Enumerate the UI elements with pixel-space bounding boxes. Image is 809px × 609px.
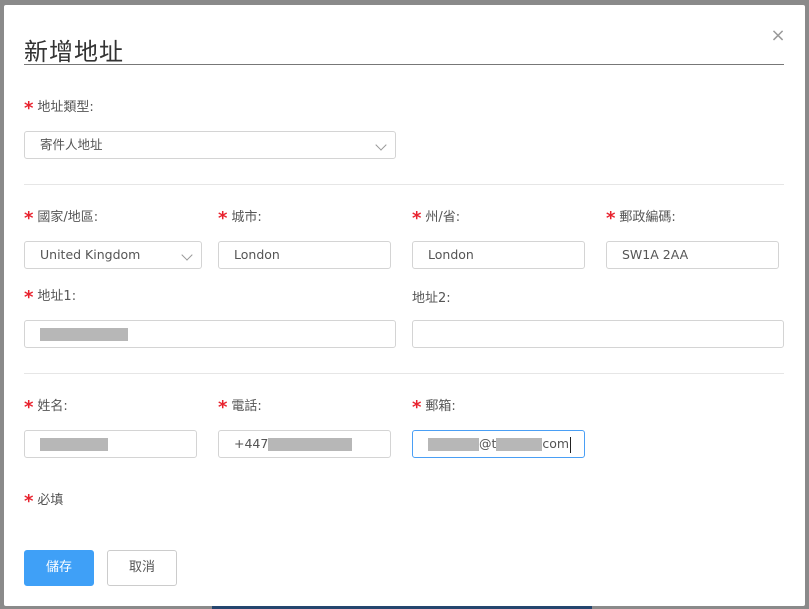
state-input[interactable]: London	[412, 241, 585, 269]
chevron-down-icon	[375, 139, 387, 151]
title-underline	[24, 64, 784, 65]
required-note: * 必填	[24, 491, 64, 512]
address1-input[interactable]	[24, 320, 396, 348]
email-input[interactable]: @t com	[412, 430, 585, 458]
city-input[interactable]: London	[218, 241, 391, 269]
name-label: * 姓名:	[24, 397, 68, 418]
state-label: * 州/省:	[412, 208, 461, 229]
name-input[interactable]	[24, 430, 197, 458]
address-type-select[interactable]: 寄件人地址	[24, 131, 396, 159]
city-label: * 城市:	[218, 208, 262, 229]
address1-label: * 地址1:	[24, 287, 77, 308]
chevron-down-icon	[181, 249, 193, 261]
postcode-input[interactable]: SW1A 2AA	[606, 241, 779, 269]
country-select[interactable]: United Kingdom	[24, 241, 202, 269]
save-button[interactable]: 儲存	[24, 550, 94, 586]
required-mark: *	[24, 98, 34, 119]
phone-label: * 電話:	[218, 397, 262, 418]
text-caret	[570, 436, 572, 453]
redacted-value	[496, 438, 543, 451]
address-type-label: * 地址類型:	[24, 98, 94, 119]
dialog-title: 新增地址	[24, 38, 124, 66]
redacted-value	[40, 438, 108, 451]
section-divider	[24, 373, 784, 374]
close-icon[interactable]: ×	[768, 27, 788, 47]
redacted-value	[40, 328, 128, 341]
country-label: * 國家/地區:	[24, 208, 99, 229]
section-divider	[24, 184, 784, 185]
phone-input[interactable]: +447	[218, 430, 391, 458]
cancel-button[interactable]: 取消	[107, 550, 177, 586]
add-address-dialog: × 新增地址 * 地址類型: 寄件人地址 * 國家/地區: * 城市: * 州/省: *…	[4, 5, 805, 606]
redacted-value	[268, 438, 353, 451]
address2-label: 地址2:	[412, 291, 451, 306]
email-label: * 郵箱:	[412, 397, 456, 418]
address2-input[interactable]	[412, 320, 784, 348]
redacted-value	[428, 438, 479, 451]
postcode-label: * 郵政編碼:	[606, 208, 676, 229]
